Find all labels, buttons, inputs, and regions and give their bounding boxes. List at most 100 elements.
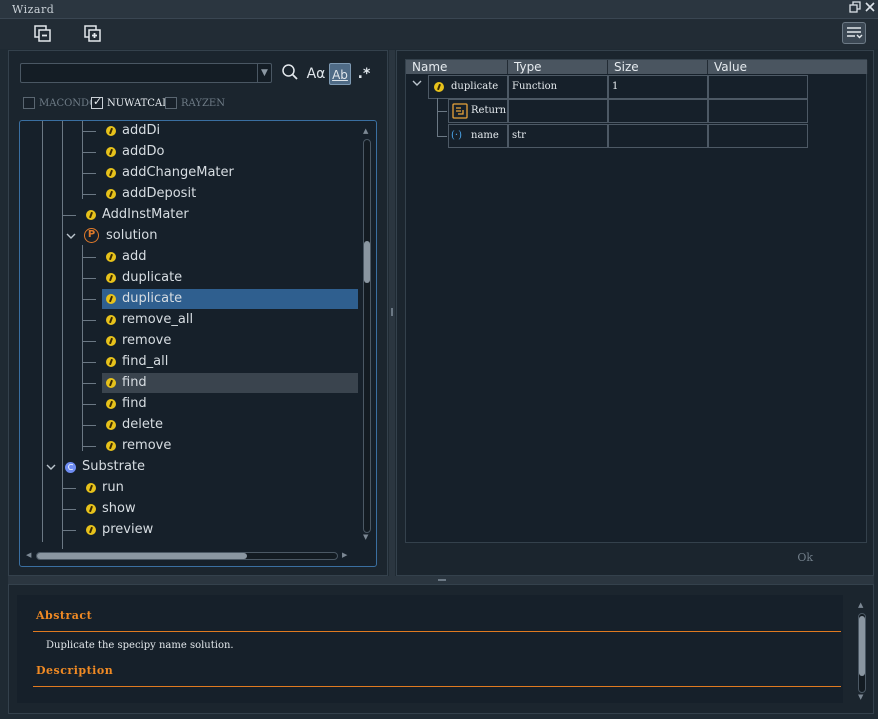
tree-item[interactable]: addDi	[20, 121, 360, 141]
close-icon[interactable]	[863, 1, 877, 17]
column-header-size[interactable]: Size	[608, 60, 708, 74]
tree-item-label: find	[122, 375, 147, 390]
function-icon	[106, 420, 116, 430]
tree-item-expanded[interactable]: C Substrate	[20, 457, 360, 477]
scroll-right-arrow-icon[interactable]: ▶	[342, 551, 347, 559]
abstract-text: Duplicate the specipy name solution.	[46, 640, 234, 651]
tree-item-label: addDeposit	[122, 186, 197, 201]
tree-item-label: find	[122, 396, 147, 411]
cell-text: duplicate	[451, 81, 499, 92]
tree-item[interactable]: add	[20, 247, 360, 267]
tree-item-label: preview	[102, 522, 154, 537]
panel-settings-button[interactable]	[842, 22, 866, 44]
scroll-left-arrow-icon[interactable]: ◀	[26, 551, 31, 559]
filter-nuwatcad[interactable]: NUWATCAD	[91, 95, 171, 110]
restore-window-icon[interactable]	[848, 1, 862, 17]
whole-word-icon[interactable]: Ab	[329, 63, 351, 85]
tree-item-expanded[interactable]: P solution	[20, 226, 360, 246]
function-icon	[106, 378, 116, 388]
class-icon: C	[65, 462, 76, 473]
checkbox[interactable]	[91, 95, 103, 109]
function-icon	[106, 147, 116, 157]
column-header-name[interactable]: Name	[406, 60, 508, 74]
scroll-up-arrow-icon[interactable]: ▲	[363, 127, 368, 135]
doc-vertical-scrollbar[interactable]: ▲ ▼	[855, 601, 867, 701]
tree-item-hovered[interactable]: find	[20, 373, 360, 393]
function-icon	[86, 483, 96, 493]
function-icon	[86, 504, 96, 514]
filter-label: NUWATCAD	[107, 97, 171, 109]
properties-table: Name Type Size Value duplicate Function …	[405, 59, 868, 543]
tree-item[interactable]: addChangeMater	[20, 163, 360, 183]
filter-rayzen[interactable]: RAYZEN	[165, 96, 225, 110]
cell-type: Function	[508, 75, 608, 99]
horizontal-splitter[interactable]	[8, 576, 874, 584]
cell-name: (·) name	[448, 124, 508, 148]
regex-icon[interactable]: .*	[355, 63, 373, 85]
scroll-down-arrow-icon[interactable]: ▼	[858, 693, 863, 701]
function-icon	[106, 273, 116, 283]
symbol-tree[interactable]: addDi addDo addChangeMater addDeposit Ad…	[19, 120, 377, 567]
tree-item-label: remove_all	[122, 312, 194, 327]
vertical-splitter[interactable]	[389, 50, 395, 576]
match-case-icon[interactable]: Aα	[306, 63, 326, 85]
column-header-value[interactable]: Value	[708, 60, 868, 74]
checkbox[interactable]	[165, 97, 177, 109]
checkbox[interactable]	[23, 97, 35, 109]
tree-item[interactable]: find_all	[20, 352, 360, 372]
tree-item[interactable]: remove	[20, 436, 360, 456]
scroll-thumb[interactable]	[859, 616, 865, 676]
cell-size	[608, 99, 708, 123]
filter-macondo[interactable]: MACONDO	[23, 96, 97, 110]
chevron-down-icon[interactable]	[412, 75, 424, 95]
cell-value[interactable]	[708, 99, 808, 123]
expand-all-icon[interactable]	[83, 24, 103, 44]
tree-item-label: addChangeMater	[122, 165, 234, 180]
tree-item[interactable]: addDeposit	[20, 184, 360, 204]
cell-type	[508, 99, 608, 123]
tree-item[interactable]: duplicate	[20, 268, 360, 288]
tree-item-selected[interactable]: duplicate	[20, 289, 360, 309]
search-history-dropdown[interactable]: ▼	[257, 64, 271, 82]
tree-item-label: run	[102, 480, 124, 495]
function-icon	[434, 82, 444, 92]
status-label: Ok	[797, 551, 813, 564]
function-icon	[106, 189, 116, 199]
divider	[33, 686, 841, 687]
tree-item[interactable]: remove	[20, 331, 360, 351]
function-icon	[106, 441, 116, 451]
tree-item[interactable]: AddInstMater	[20, 205, 360, 225]
tree-item[interactable]: delete	[20, 415, 360, 435]
search-input[interactable]	[20, 63, 272, 83]
function-icon	[106, 399, 116, 409]
tree-item[interactable]: show	[20, 499, 360, 519]
collapse-all-icon[interactable]	[33, 24, 53, 44]
scroll-up-arrow-icon[interactable]: ▲	[858, 601, 863, 609]
tree-item-label: add	[122, 249, 147, 264]
cell-value[interactable]	[708, 75, 808, 99]
toolbar	[0, 19, 878, 49]
scroll-thumb[interactable]	[364, 241, 370, 283]
scroll-thumb[interactable]	[37, 553, 247, 559]
cell-text: name	[471, 130, 499, 141]
browser-pane: ▼ Aα Ab .* MACONDO NUWATCAD RAYZEN addDi	[8, 50, 388, 576]
tree-item[interactable]: preview	[20, 520, 360, 540]
tree-item-label: addDo	[122, 144, 165, 159]
variable-icon: (·)	[451, 130, 462, 141]
filter-label: RAYZEN	[181, 97, 225, 109]
cell-value[interactable]	[708, 124, 808, 148]
tree-item[interactable]: run	[20, 478, 360, 498]
tree-vertical-scrollbar[interactable]: ▲ ▼	[360, 127, 372, 541]
function-icon	[106, 168, 116, 178]
scroll-down-arrow-icon[interactable]: ▼	[363, 533, 368, 541]
column-header-type[interactable]: Type	[508, 60, 608, 74]
tree-horizontal-scrollbar[interactable]: ◀ ▶	[26, 550, 347, 562]
tree-item-label: remove	[122, 438, 172, 453]
cell-name: Return	[448, 99, 508, 123]
cell-size	[608, 124, 708, 148]
function-icon	[106, 336, 116, 346]
tree-item[interactable]: remove_all	[20, 310, 360, 330]
tree-item[interactable]: find	[20, 394, 360, 414]
search-icon[interactable]	[280, 63, 300, 85]
tree-item[interactable]: addDo	[20, 142, 360, 162]
